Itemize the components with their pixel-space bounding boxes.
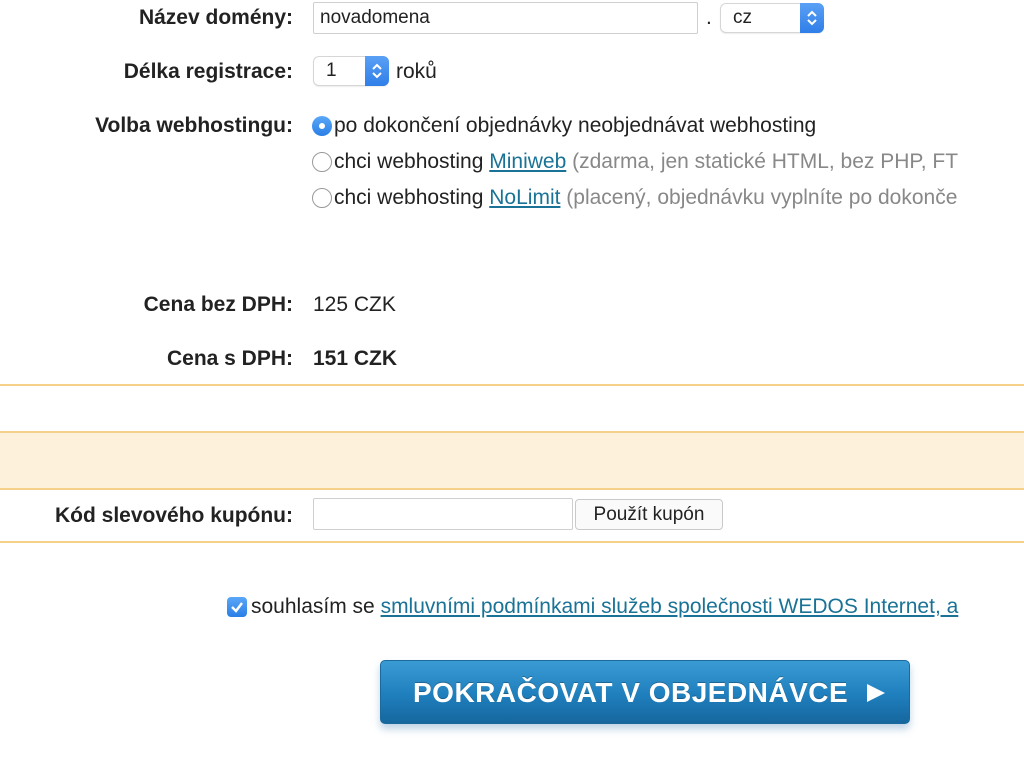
nolimit-link[interactable]: NoLimit	[489, 186, 560, 209]
tld-value: cz	[733, 7, 752, 28]
agreement-label: souhlasím se smluvními podmínkami služeb…	[251, 595, 958, 619]
info-band	[0, 433, 1024, 488]
webhosting-label: Volba webhostingu:	[95, 114, 293, 137]
webhosting-miniweb-radio[interactable]	[312, 152, 332, 172]
divider	[0, 384, 1024, 386]
play-arrow-icon	[867, 684, 885, 702]
price-without-vat-label: Cena bez DPH:	[143, 293, 293, 316]
price-with-vat: 151 CZK	[313, 347, 398, 370]
terms-link[interactable]: smluvními podmínkami služeb společnosti …	[381, 595, 959, 618]
webhosting-nolimit-note: (placený, objednávku vyplníte po dokonče	[560, 186, 958, 209]
divider	[0, 541, 1024, 543]
checkmark-icon	[231, 602, 243, 613]
webhosting-nolimit-prefix: chci webhosting	[334, 186, 490, 209]
registration-years-value: 1	[326, 60, 337, 81]
price-without-vat: 125 CZK	[313, 293, 396, 316]
select-arrows-icon	[800, 3, 824, 33]
tld-select[interactable]: cz	[720, 3, 824, 33]
webhosting-miniweb-label[interactable]: chci webhosting Miniweb (zdarma, jen sta…	[334, 150, 958, 174]
registration-unit: roků	[396, 60, 437, 83]
webhosting-miniweb-note: (zdarma, jen statické HTML, bez PHP, FT	[566, 150, 959, 173]
registration-length-label: Délka registrace:	[123, 60, 293, 83]
webhosting-nolimit-radio[interactable]	[312, 188, 332, 208]
webhosting-none-radio[interactable]	[312, 116, 332, 136]
domain-dot: .	[706, 6, 712, 29]
agreement-text: souhlasím se	[251, 595, 381, 618]
divider	[0, 488, 1024, 490]
apply-coupon-button[interactable]: Použít kupón	[575, 499, 723, 530]
price-with-vat-label: Cena s DPH:	[166, 347, 293, 370]
webhosting-nolimit-label[interactable]: chci webhosting NoLimit (placený, objedn…	[334, 186, 957, 210]
select-arrows-icon	[365, 56, 389, 86]
continue-order-button[interactable]: POKRAČOVAT V OBJEDNÁVCE	[380, 660, 910, 724]
webhosting-none-label[interactable]: po dokončení objednávky neobjednávat web…	[334, 114, 816, 138]
miniweb-link[interactable]: Miniweb	[489, 150, 566, 173]
domain-name-input[interactable]: novadomena	[313, 2, 698, 34]
webhosting-miniweb-prefix: chci webhosting	[334, 150, 490, 173]
coupon-input[interactable]	[313, 498, 573, 530]
coupon-label: Kód slevového kupónu:	[54, 504, 293, 527]
domain-name-label: Název domény:	[138, 6, 293, 29]
agreement-checkbox[interactable]	[227, 597, 247, 617]
continue-order-label: POKRAČOVAT V OBJEDNÁVCE	[413, 677, 849, 708]
registration-years-select[interactable]: 1	[313, 56, 389, 86]
